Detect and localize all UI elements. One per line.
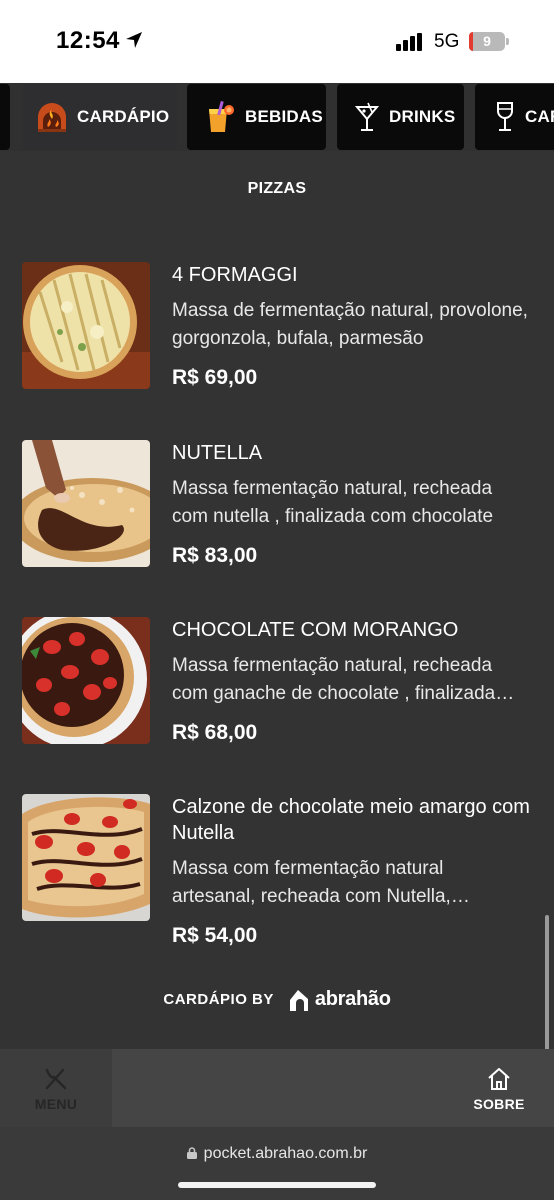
- tab-cardapio[interactable]: CARDÁPIO: [23, 84, 177, 150]
- menu-item[interactable]: NUTELLA Massa fermentação natural, reche…: [22, 440, 532, 570]
- tab-bebidas[interactable]: BEBIDAS: [187, 84, 326, 150]
- juice-glass-icon: [209, 101, 234, 132]
- nav-menu-label: MENU: [34, 1096, 78, 1112]
- status-time: 12:54: [56, 27, 120, 54]
- tab-label: BEBIDAS: [245, 107, 323, 126]
- status-bar: 12:54 5G 9: [0, 0, 554, 83]
- home-indicator[interactable]: [178, 1182, 376, 1188]
- pizza-chocolate-morango-photo: [22, 617, 150, 744]
- browser-address-bar[interactable]: pocket.abrahao.com.br: [0, 1127, 554, 1200]
- item-description: Massa fermentação natural, recheada com …: [172, 655, 496, 704]
- item-price: R$ 83,00: [172, 544, 258, 567]
- signal-bars-icon: [396, 33, 422, 51]
- item-description: Massa com fermentação natural artesanal,…: [172, 858, 451, 907]
- brand-name: abrahão: [314, 988, 391, 1010]
- lock-icon: [186, 1147, 197, 1159]
- fork-knife-icon: [45, 1068, 67, 1090]
- item-description: Massa de fermentação natural, provolone,…: [172, 300, 528, 349]
- nav-about-button[interactable]: SOBRE: [452, 1049, 546, 1127]
- network-type: 5G: [434, 31, 460, 52]
- location-arrow-icon: [126, 32, 142, 48]
- tab-cartas[interactable]: CAR: [475, 84, 554, 150]
- calzone-chocolate-photo: [22, 794, 150, 921]
- nav-about-label: SOBRE: [473, 1096, 525, 1112]
- section-title: PIZZAS: [247, 180, 307, 197]
- item-name: NUTELLA: [172, 442, 263, 464]
- abrahao-logo-icon: [289, 989, 308, 1011]
- pizza-4-formaggi-photo: [22, 262, 150, 389]
- url-text: pocket.abrahao.com.br: [203, 1145, 368, 1162]
- tab-drinks[interactable]: DRINKS: [337, 84, 464, 150]
- pizza-oven-icon: [38, 103, 66, 132]
- tab-label: DRINKS: [389, 107, 456, 126]
- battery-tip: [506, 38, 509, 45]
- url-display[interactable]: pocket.abrahao.com.br: [0, 1145, 554, 1163]
- powered-by[interactable]: CARDÁPIO BY abrahão: [0, 988, 554, 1011]
- cocktail-icon: [355, 102, 379, 131]
- tab-label: CAR: [525, 107, 554, 126]
- menu-item[interactable]: 4 FORMAGGI Massa de fermentação natural,…: [22, 262, 532, 392]
- bottom-nav: MENU SOBRE: [0, 1049, 554, 1127]
- battery-icon: 9: [469, 32, 505, 51]
- item-price: R$ 68,00: [172, 721, 258, 744]
- item-price: R$ 54,00: [172, 924, 258, 947]
- wine-glass-icon: [497, 102, 513, 131]
- tab-label: CARDÁPIO: [77, 107, 170, 126]
- menu-item[interactable]: CHOCOLATE COM MORANGO Massa fermentação …: [22, 617, 532, 747]
- home-icon: [488, 1068, 510, 1090]
- tab-previous-partial[interactable]: [0, 84, 10, 150]
- menu-item[interactable]: Calzone de chocolate meio amargo com Nut…: [22, 794, 532, 954]
- item-name: CHOCOLATE COM MORANGO: [172, 619, 459, 641]
- item-description: Massa fermentação natural, recheada com …: [172, 478, 494, 527]
- category-tabs[interactable]: CARDÁPIO BEBIDAS DRINKS CAR: [0, 83, 554, 151]
- item-price: R$ 69,00: [172, 366, 258, 389]
- battery-percent: 9: [483, 33, 491, 49]
- powered-by-label: CARDÁPIO BY: [163, 991, 274, 1008]
- item-name: 4 FORMAGGI: [172, 264, 298, 286]
- nav-menu-button[interactable]: MENU: [0, 1049, 112, 1127]
- pizza-nutella-photo: [22, 440, 150, 567]
- item-name: Calzone de chocolate meio amargo com Nut…: [172, 796, 530, 844]
